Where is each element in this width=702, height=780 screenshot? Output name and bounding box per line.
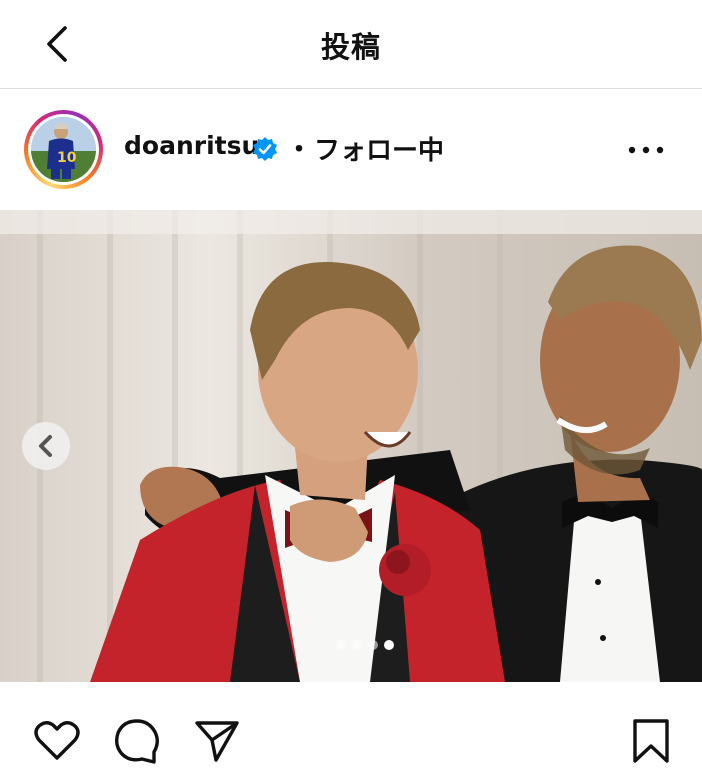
username-link[interactable]: doanritsu <box>124 131 259 160</box>
bookmark-icon <box>633 719 669 763</box>
top-bar: 投稿 <box>0 0 702 89</box>
page-title: 投稿 <box>320 30 381 64</box>
story-ring[interactable]: 10 <box>24 110 103 189</box>
verified-badge-icon <box>253 137 277 161</box>
chevron-left-icon <box>39 435 52 457</box>
comment-icon <box>114 719 159 764</box>
carousel-dot <box>368 640 378 650</box>
post-actions <box>0 682 702 780</box>
carousel-dot <box>384 640 394 650</box>
like-button[interactable] <box>32 716 82 766</box>
avatar[interactable]: 10 <box>31 117 96 182</box>
avatar-image: 10 <box>31 117 96 182</box>
carousel-prev-button[interactable] <box>22 422 70 470</box>
more-horizontal-icon <box>628 146 664 154</box>
svg-text:10: 10 <box>57 150 77 166</box>
heart-icon <box>34 721 80 760</box>
send-icon <box>195 721 239 762</box>
save-button[interactable] <box>626 716 676 766</box>
post-image[interactable] <box>0 210 702 682</box>
follow-status-button[interactable]: フォロー中 <box>314 130 444 167</box>
carousel-indicator <box>336 640 394 652</box>
comment-button[interactable] <box>112 716 162 766</box>
carousel-dot <box>352 640 362 650</box>
carousel-dot <box>336 640 346 650</box>
share-button[interactable] <box>192 716 242 766</box>
post-photo <box>0 210 702 682</box>
post-header: 10 doanritsu ・ フォロー中 <box>0 89 702 209</box>
separator-dot: ・ <box>286 135 313 165</box>
more-options-button[interactable] <box>624 133 668 163</box>
